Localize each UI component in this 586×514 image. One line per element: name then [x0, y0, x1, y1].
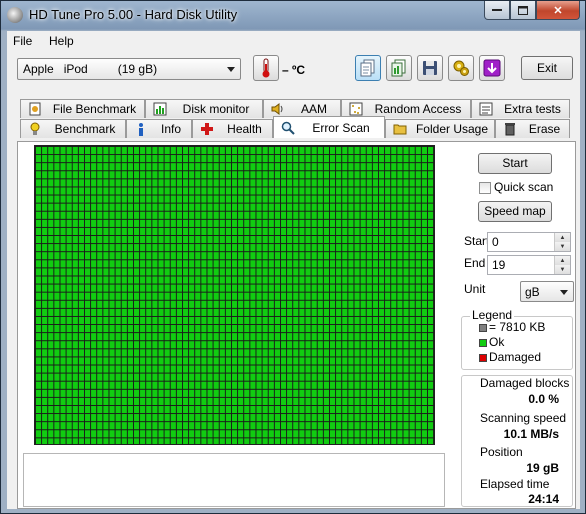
- scan-log[interactable]: [23, 453, 445, 507]
- end-value: 19: [492, 258, 506, 272]
- unit-label: Unit: [464, 282, 486, 296]
- legend-ok-swatch: [479, 339, 487, 347]
- options-icon: [453, 60, 469, 76]
- chevron-down-icon: [560, 290, 568, 295]
- client-area: File Help Apple iPod (19 gB) – ºC Exit F…: [7, 31, 580, 509]
- file-benchmark-icon: [27, 102, 43, 116]
- app-window: HD Tune Pro 5.00 - Hard Disk Utility ✕ F…: [0, 0, 586, 514]
- tab-error-scan[interactable]: Error Scan: [273, 116, 385, 138]
- drive-select[interactable]: Apple iPod (19 gB): [17, 58, 241, 80]
- extra-tests-icon: [478, 102, 494, 116]
- legend-ok-label: Ok: [489, 335, 505, 349]
- unit-select-value: gB: [525, 285, 540, 299]
- title-bar[interactable]: HD Tune Pro 5.00 - Hard Disk Utility ✕: [1, 1, 585, 29]
- scanning-speed-label: Scanning speed: [480, 411, 567, 425]
- trash-icon: [502, 122, 518, 136]
- tab-label: File Benchmark: [52, 102, 137, 116]
- end-label: End: [464, 256, 486, 270]
- temperature-button[interactable]: [253, 55, 279, 81]
- position-label: Position: [480, 445, 523, 459]
- legend-block-size: = 7810 KB: [489, 320, 546, 334]
- lightbulb-icon: [27, 122, 43, 136]
- disk-monitor-icon: [152, 102, 168, 116]
- tab-label: Erase: [528, 122, 561, 136]
- menu-file[interactable]: File: [13, 34, 32, 48]
- spin-down-icon[interactable]: ▼: [554, 242, 570, 251]
- chevron-down-icon: [227, 67, 235, 72]
- minimize-icon: [492, 9, 502, 11]
- close-button[interactable]: ✕: [536, 1, 580, 20]
- toolbar: Apple iPod (19 gB) – ºC Exit: [7, 51, 580, 91]
- position-value: 19 gB: [526, 461, 559, 475]
- copy-screenshot-button[interactable]: [386, 55, 412, 81]
- copy-text-button[interactable]: [355, 55, 381, 81]
- info-icon: [133, 122, 149, 136]
- tab-label: Random Access: [374, 102, 462, 116]
- menu-help[interactable]: Help: [49, 34, 74, 48]
- minimize-button[interactable]: [484, 1, 510, 20]
- scanning-speed-value: 10.1 MB/s: [503, 427, 559, 441]
- start-label: Start: [464, 234, 490, 248]
- close-icon: ✕: [553, 4, 563, 17]
- copy-screenshot-icon: [391, 59, 406, 77]
- elapsed-time-value: 24:14: [528, 492, 559, 506]
- tab-label: Health: [227, 122, 262, 136]
- tab-label: Extra tests: [504, 102, 561, 116]
- update-button[interactable]: [479, 55, 505, 81]
- app-icon[interactable]: [7, 7, 23, 23]
- end-spinbox[interactable]: 19 ▲ ▼: [487, 255, 571, 275]
- elapsed-time-label: Elapsed time: [480, 477, 550, 491]
- folder-icon: [392, 122, 408, 136]
- spin-up-icon[interactable]: ▲: [554, 256, 570, 265]
- tab-extra-tests[interactable]: Extra tests: [471, 99, 570, 118]
- save-icon: [423, 61, 437, 75]
- damaged-blocks-value: 0.0 %: [528, 392, 559, 406]
- legend-damaged-swatch: [479, 354, 487, 362]
- unit-select[interactable]: gB: [520, 281, 574, 302]
- random-access-icon: [348, 102, 364, 116]
- options-button[interactable]: [448, 55, 474, 81]
- spin-down-icon[interactable]: ▼: [554, 265, 570, 274]
- tab-benchmark[interactable]: Benchmark: [20, 119, 126, 138]
- temperature-readout: – ºC: [282, 63, 306, 77]
- speaker-icon: [270, 102, 286, 116]
- start-scan-button[interactable]: Start: [478, 153, 552, 174]
- legend-damaged-label: Damaged: [489, 350, 542, 364]
- menu-bar: File Help: [7, 31, 580, 51]
- maximize-button[interactable]: [510, 1, 536, 20]
- start-value: 0: [492, 235, 499, 249]
- spin-up-icon[interactable]: ▲: [554, 233, 570, 242]
- speed-map-button[interactable]: Speed map: [478, 201, 552, 222]
- damaged-blocks-label: Damaged blocks: [480, 376, 570, 390]
- copy-text-icon: [360, 59, 375, 77]
- tab-folder-usage[interactable]: Folder Usage: [385, 119, 495, 138]
- tab-label: Info: [160, 122, 181, 136]
- tab-info[interactable]: Info: [126, 119, 192, 138]
- update-icon: [483, 59, 501, 77]
- tab-erase[interactable]: Erase: [495, 119, 570, 138]
- save-button[interactable]: [417, 55, 443, 81]
- tab-file-benchmark[interactable]: File Benchmark: [20, 99, 145, 118]
- health-cross-icon: [199, 122, 215, 136]
- tab-health[interactable]: Health: [192, 119, 273, 138]
- scan-block-map: [34, 145, 435, 445]
- thermometer-icon: [262, 58, 270, 78]
- tab-label: Folder Usage: [415, 122, 489, 136]
- error-scan-panel: Start Quick scan Speed map Start 0 ▲ ▼ E…: [17, 141, 576, 509]
- window-title: HD Tune Pro 5.00 - Hard Disk Utility: [29, 7, 238, 22]
- tab-label: Disk monitor: [182, 102, 250, 116]
- maximize-icon: [518, 5, 528, 15]
- tab-label: Benchmark: [54, 122, 116, 136]
- tab-label: Error Scan: [312, 120, 370, 135]
- start-spinbox[interactable]: 0 ▲ ▼: [487, 232, 571, 252]
- drive-select-value: Apple iPod (19 gB): [23, 62, 158, 76]
- quick-scan-label: Quick scan: [494, 180, 554, 194]
- tab-disk-monitor[interactable]: Disk monitor: [145, 99, 263, 118]
- quick-scan-checkbox[interactable]: [479, 182, 491, 194]
- window-controls: ✕: [484, 1, 580, 21]
- exit-button[interactable]: Exit: [521, 56, 573, 80]
- legend-block-swatch: [479, 324, 487, 332]
- magnifier-icon: [280, 121, 296, 135]
